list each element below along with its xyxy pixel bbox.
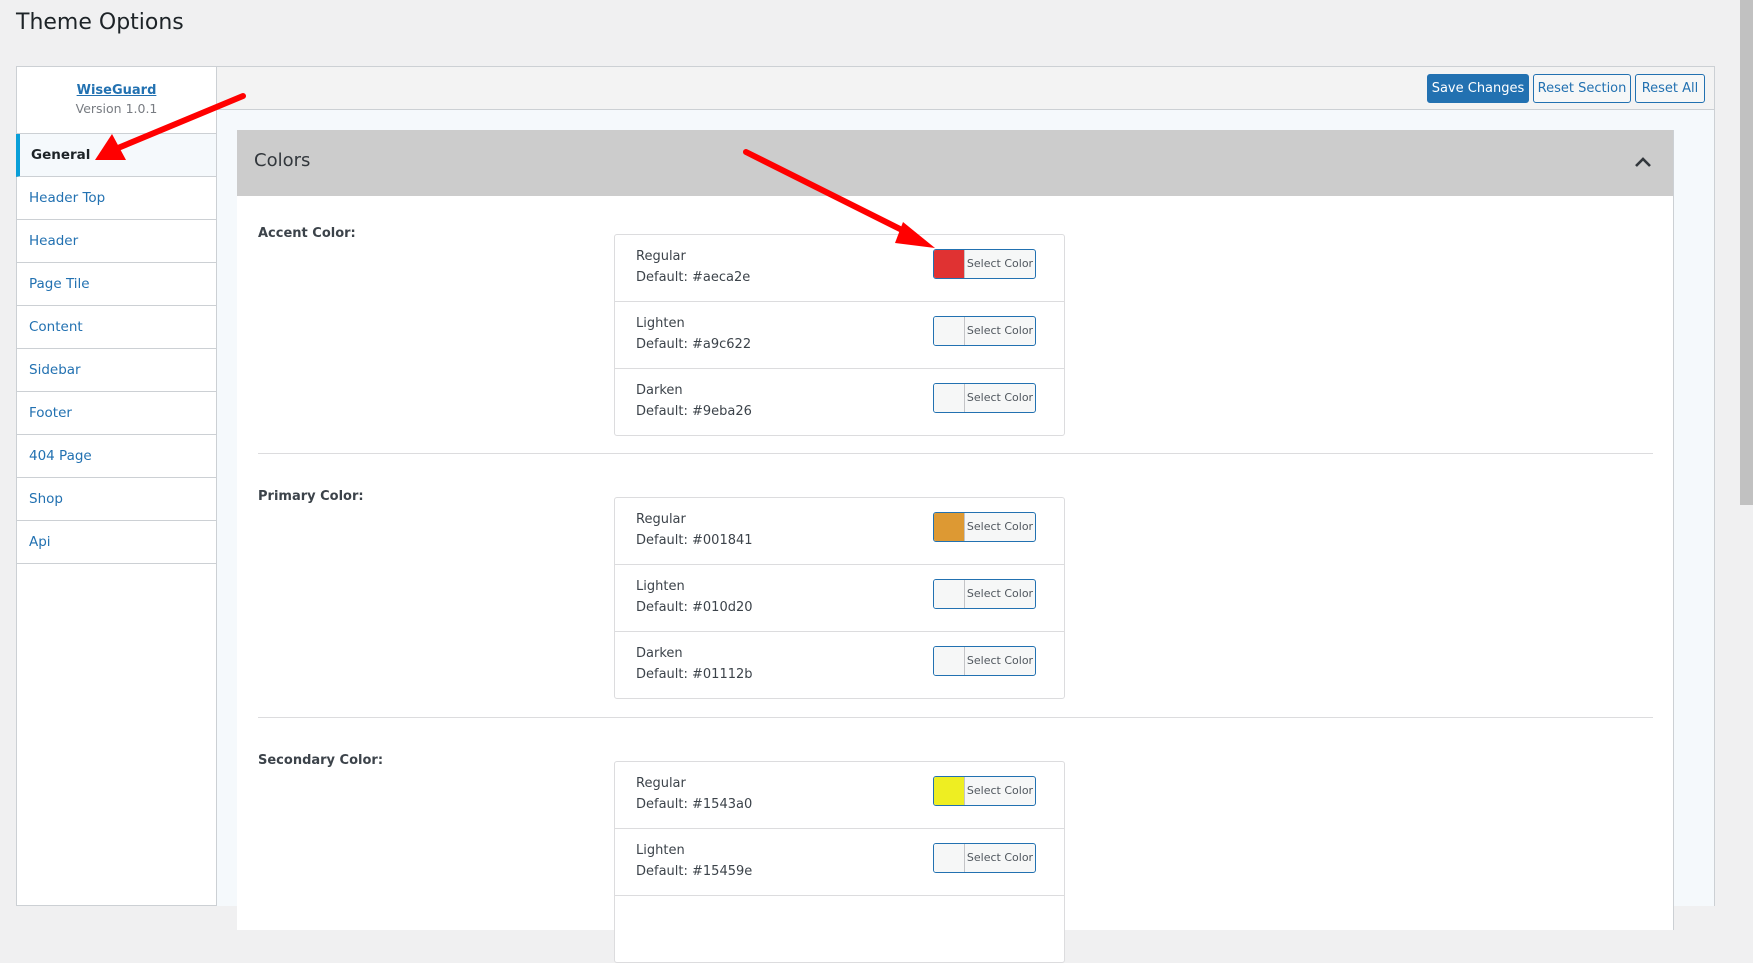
select-color-button[interactable]: Select Color xyxy=(933,512,1036,542)
color-swatch xyxy=(934,513,965,541)
chevron-up-icon[interactable] xyxy=(1633,152,1653,172)
sidebar-item-404-page[interactable]: 404 Page xyxy=(17,435,216,478)
color-row: Regular Default: #001841 Select Color xyxy=(615,498,1064,565)
color-swatch xyxy=(934,647,965,675)
color-swatch xyxy=(934,384,965,412)
sidebar: WiseGuard Version 1.0.1 General Header T… xyxy=(16,66,217,906)
color-options-box: Regular Default: #aeca2e Select Color Li… xyxy=(614,234,1065,436)
color-row-name: Regular xyxy=(636,776,686,791)
group-label: Primary Color: xyxy=(258,489,364,504)
color-options-box: Regular Default: #1543a0 Select Color Li… xyxy=(614,761,1065,963)
color-row-name: Lighten xyxy=(636,579,685,594)
color-row: Lighten Default: #15459e Select Color xyxy=(615,829,1064,896)
main-content: Colors Accent Color: Regular Default: #a… xyxy=(217,110,1715,963)
color-row: Lighten Default: #010d20 Select Color xyxy=(615,565,1064,632)
select-color-label: Select Color xyxy=(966,324,1034,337)
brand-version: Version 1.0.1 xyxy=(75,101,158,116)
reset-section-button[interactable]: Reset Section xyxy=(1533,74,1631,103)
select-color-button[interactable]: Select Color xyxy=(933,843,1036,873)
color-swatch xyxy=(934,844,965,872)
color-swatch xyxy=(934,777,965,805)
sidebar-item-header[interactable]: Header xyxy=(17,220,216,263)
color-row-default: Default: #01112b xyxy=(636,667,753,682)
color-row-name: Lighten xyxy=(636,316,685,331)
color-row: Regular Default: #aeca2e Select Color xyxy=(615,235,1064,302)
sidebar-item-api[interactable]: Api xyxy=(17,521,216,564)
color-row: Darken Default: #9eba26 Select Color xyxy=(615,369,1064,435)
group-label: Secondary Color: xyxy=(258,753,384,768)
theme-options-panel: WiseGuard Version 1.0.1 General Header T… xyxy=(16,66,1715,963)
page-scrollbar[interactable] xyxy=(1739,0,1753,897)
color-row-default: Default: #15459e xyxy=(636,864,753,879)
colors-section: Colors Accent Color: Regular Default: #a… xyxy=(237,130,1674,963)
color-row xyxy=(615,896,1064,962)
select-color-button[interactable]: Select Color xyxy=(933,646,1036,676)
select-color-button[interactable]: Select Color xyxy=(933,249,1036,279)
select-color-label: Select Color xyxy=(966,587,1034,600)
select-color-label: Select Color xyxy=(966,851,1034,864)
select-color-label: Select Color xyxy=(966,391,1034,404)
group-divider xyxy=(258,453,1653,454)
section-title: Colors xyxy=(254,150,311,171)
reset-all-button[interactable]: Reset All xyxy=(1635,74,1705,103)
select-color-button[interactable]: Select Color xyxy=(933,579,1036,609)
color-row: Lighten Default: #a9c622 Select Color xyxy=(615,302,1064,369)
sidebar-item-general[interactable]: General xyxy=(16,134,216,177)
sidebar-item-footer[interactable]: Footer xyxy=(17,392,216,435)
color-row-default: Default: #010d20 xyxy=(636,600,753,615)
color-row-default: Default: #1543a0 xyxy=(636,797,753,812)
color-row-default: Default: #a9c622 xyxy=(636,337,752,352)
select-color-button[interactable]: Select Color xyxy=(933,776,1036,806)
sidebar-item-shop[interactable]: Shop xyxy=(17,478,216,521)
color-row-name: Darken xyxy=(636,383,683,398)
sidebar-item-content[interactable]: Content xyxy=(17,306,216,349)
sidebar-item-page-tile[interactable]: Page Tile xyxy=(17,263,216,306)
scrollbar-thumb[interactable] xyxy=(1740,0,1753,505)
sidebar-item-sidebar[interactable]: Sidebar xyxy=(17,349,216,392)
color-swatch xyxy=(934,250,965,278)
group-divider xyxy=(258,717,1653,718)
brand-name-link[interactable]: WiseGuard xyxy=(17,83,216,98)
color-options-box: Regular Default: #001841 Select Color Li… xyxy=(614,497,1065,699)
select-color-label: Select Color xyxy=(966,784,1034,797)
color-swatch xyxy=(934,580,965,608)
color-row-name: Lighten xyxy=(636,843,685,858)
select-color-button[interactable]: Select Color xyxy=(933,316,1036,346)
select-color-label: Select Color xyxy=(966,257,1034,270)
color-row-name: Darken xyxy=(636,646,683,661)
color-row: Regular Default: #1543a0 Select Color xyxy=(615,762,1064,829)
color-row-default: Default: #9eba26 xyxy=(636,404,752,419)
color-row-name: Regular xyxy=(636,249,686,264)
page-title: Theme Options xyxy=(16,10,184,35)
toolbar: Save Changes Reset Section Reset All xyxy=(217,66,1715,110)
color-row: Darken Default: #01112b Select Color xyxy=(615,632,1064,698)
color-row-name: Regular xyxy=(636,512,686,527)
section-header[interactable]: Colors xyxy=(237,130,1673,196)
color-row-default: Default: #aeca2e xyxy=(636,270,751,285)
select-color-label: Select Color xyxy=(966,654,1034,667)
sidebar-item-header-top[interactable]: Header Top xyxy=(17,177,216,220)
color-row-default: Default: #001841 xyxy=(636,533,753,548)
brand: WiseGuard Version 1.0.1 xyxy=(17,67,216,134)
select-color-label: Select Color xyxy=(966,520,1034,533)
color-swatch xyxy=(934,317,965,345)
save-changes-button[interactable]: Save Changes xyxy=(1427,74,1529,103)
group-label: Accent Color: xyxy=(258,226,356,241)
select-color-button[interactable]: Select Color xyxy=(933,383,1036,413)
